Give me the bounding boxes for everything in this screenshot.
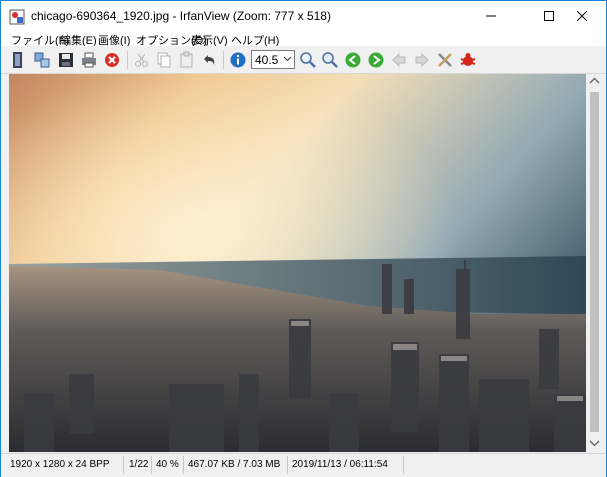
status-separator: [287, 456, 288, 474]
status-size: 467.07 KB / 7.03 MB: [188, 459, 281, 470]
previous-button[interactable]: [343, 50, 363, 70]
cut-icon: [135, 53, 148, 67]
close-icon: [577, 11, 587, 21]
minimize-icon: [486, 15, 496, 17]
toolbar-separator: [127, 51, 128, 69]
status-bar: 1920 x 1280 x 24 BPP 1/22 40 % 467.07 KB…: [1, 453, 606, 477]
zoom-out-icon: [322, 52, 338, 68]
window-title: chicago-690364_1920.jpg - IrfanView (Zoo…: [31, 9, 331, 23]
scroll-up-icon[interactable]: [586, 74, 603, 88]
irfanview-window: chicago-690364_1920.jpg - IrfanView (Zoo…: [0, 0, 607, 477]
save-icon: [59, 53, 73, 67]
open-icon: [13, 52, 22, 68]
rotate-left-button[interactable]: [389, 50, 409, 70]
image-viewport[interactable]: [9, 74, 586, 452]
save-button[interactable]: [56, 50, 76, 70]
minimize-button[interactable]: [468, 1, 514, 31]
status-separator: [123, 456, 124, 474]
print-button[interactable]: [79, 50, 99, 70]
open-button[interactable]: [8, 50, 28, 70]
app-icon: [9, 9, 25, 25]
rotate-right-icon: [415, 52, 429, 68]
next-icon: [368, 52, 384, 68]
thumbnails-button[interactable]: [32, 50, 52, 70]
info-button[interactable]: [228, 50, 248, 70]
delete-icon: [105, 53, 119, 67]
settings-button[interactable]: [435, 50, 455, 70]
scroll-down-icon[interactable]: [586, 436, 603, 450]
settings-icon: [438, 53, 452, 67]
chicago-skyline-photo: [9, 74, 586, 452]
next-button[interactable]: [366, 50, 386, 70]
copy-icon: [157, 52, 171, 68]
status-index: 1/22: [129, 459, 149, 470]
rotate-left-icon: [392, 52, 406, 68]
undo-icon: [204, 55, 215, 65]
close-button[interactable]: [559, 1, 605, 31]
paste-icon: [180, 51, 193, 68]
zoom-in-button[interactable]: [298, 50, 318, 70]
zoom-in-icon: [300, 52, 316, 68]
thumbnails-icon: [34, 52, 50, 68]
title-bar[interactable]: chicago-690364_1920.jpg - IrfanView (Zoo…: [1, 1, 606, 31]
status-zoom: 40 %: [156, 459, 179, 470]
paste-button[interactable]: [177, 50, 197, 70]
rotate-right-button[interactable]: [412, 50, 432, 70]
vertical-scrollbar[interactable]: [586, 74, 603, 452]
undo-button[interactable]: [199, 50, 219, 70]
chevron-down-icon: [283, 56, 292, 62]
toolbar-separator: [223, 51, 224, 69]
irfanview-logo-icon: [460, 53, 476, 66]
status-datetime: 2019/11/13 / 06:11:54: [292, 459, 388, 470]
previous-icon: [345, 52, 361, 68]
menu-bar: ファイル(F) 編集(E) 画像(I) オプション(O) 表示(V) ヘルプ(H…: [1, 31, 606, 47]
delete-button[interactable]: [102, 50, 122, 70]
zoom-out-button[interactable]: [320, 50, 340, 70]
scrollbar-thumb[interactable]: [590, 92, 599, 432]
status-separator: [151, 456, 152, 474]
maximize-icon: [544, 11, 554, 21]
zoom-select[interactable]: 40.5: [251, 50, 295, 69]
toolbar: 40.5: [1, 46, 606, 74]
status-separator: [403, 456, 404, 474]
status-dimensions: 1920 x 1280 x 24 BPP: [10, 459, 110, 470]
copy-button[interactable]: [154, 50, 174, 70]
zoom-value: 40.5: [255, 53, 279, 67]
print-icon: [82, 52, 96, 68]
cut-button[interactable]: [132, 50, 152, 70]
status-separator: [183, 456, 184, 474]
about-button[interactable]: [458, 50, 478, 70]
info-icon: [230, 52, 246, 68]
